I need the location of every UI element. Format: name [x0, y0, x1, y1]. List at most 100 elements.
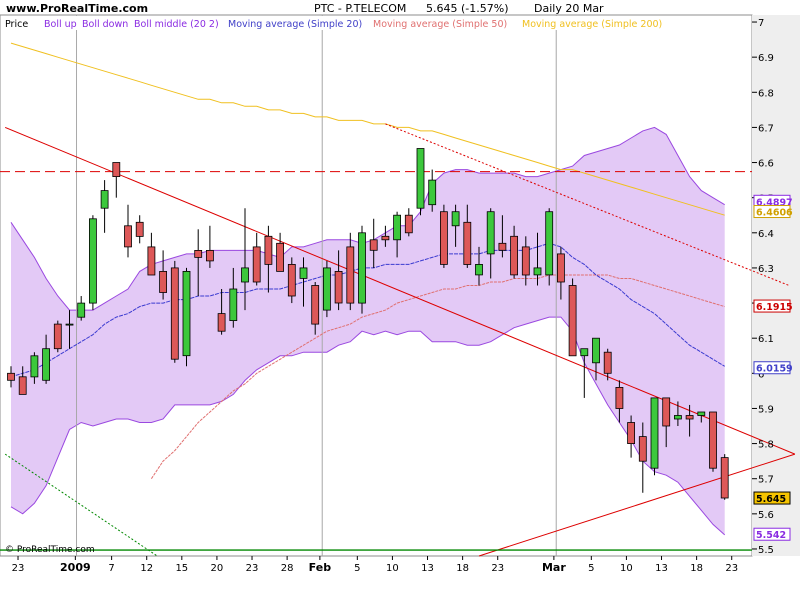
candle-body-up — [697, 411, 706, 416]
x-tick-label: 18 — [690, 563, 703, 574]
chart-window: 5.55.65.75.85.966.16.26.36.46.56.66.76.8… — [0, 0, 800, 600]
x-tick-label: 2009 — [60, 561, 91, 574]
x-tick-label: 5 — [354, 563, 360, 574]
price-tag: 6.0159 — [753, 361, 793, 375]
candle-body-up — [416, 148, 425, 209]
x-tick-label: 23 — [491, 563, 504, 574]
legend: Price Boll up Boll down Boll middle (20 2) M… — [1, 16, 662, 30]
candle-27 — [322, 260, 331, 318]
x-tick-label: 10 — [620, 563, 633, 574]
y-tick-label: 5.6 — [758, 510, 774, 521]
candle-body-down — [720, 457, 729, 499]
candle-body-down — [18, 376, 27, 395]
y-tick-label: 5.7 — [758, 475, 774, 486]
x-tick-label: 18 — [456, 563, 469, 574]
candle-body-up — [89, 218, 97, 304]
legend-entry-0: Price — [5, 19, 28, 30]
candle-body-down — [276, 242, 285, 272]
y-tick-label: 6.1 — [758, 334, 774, 345]
y-tick-label: 6.3 — [758, 264, 774, 275]
candle-body-down — [205, 249, 214, 262]
candle-body-up — [30, 355, 39, 378]
candle-body-down — [112, 162, 121, 178]
candle-body-down — [334, 270, 343, 304]
x-tick-label: 20 — [211, 563, 224, 574]
site-title[interactable]: www.ProRealTime.com — [6, 2, 148, 15]
x-tick-label: 15 — [175, 563, 188, 574]
candle-48 — [568, 278, 577, 357]
candle-body-up — [65, 323, 74, 326]
candle-body-up — [533, 267, 542, 276]
candle-body-down — [603, 351, 612, 374]
y-tick-label: 6.7 — [758, 123, 774, 134]
candle-body-up — [322, 267, 331, 311]
price-tag: 5.645 — [753, 491, 791, 505]
candle-body-up — [580, 348, 589, 357]
last-price-change: 5.645 (-1.57%) — [426, 2, 508, 15]
x-tick-label: 7 — [108, 563, 114, 574]
y-tick-label: 6.8 — [758, 88, 774, 99]
x-tick-label: Feb — [309, 561, 332, 574]
legend-entry-3: Boll middle (20 2) — [134, 19, 219, 30]
candle-body-up — [77, 302, 86, 318]
candle-body-up — [475, 263, 483, 276]
candle-body-down — [252, 246, 261, 283]
candle-body-down — [557, 253, 565, 283]
legend-entry-4: Moving average (Simple 20) — [228, 19, 362, 30]
candle-body-up — [299, 267, 308, 279]
candle-body-up — [545, 211, 554, 276]
candle-35 — [416, 148, 425, 216]
price-tag-label: 5.542 — [756, 530, 786, 541]
x-tick-label: 23 — [246, 563, 259, 574]
candle-body-up — [42, 348, 50, 381]
candle-body-down — [568, 285, 577, 357]
y-tick-label: 5.8 — [758, 440, 774, 451]
candle-body-down — [404, 214, 413, 234]
candle-body-up — [241, 267, 249, 283]
candle-body-up — [393, 214, 402, 241]
candle-61 — [720, 454, 729, 500]
candle-body-down — [627, 422, 635, 445]
y-tick-label: 7 — [758, 18, 764, 29]
candle-4 — [53, 320, 62, 353]
candle-body-up — [100, 190, 109, 209]
y-tick-label: 5.9 — [758, 404, 774, 415]
x-tick-label: 13 — [421, 563, 434, 574]
price-chart[interactable]: 5.55.65.75.85.966.16.26.36.46.56.66.76.8… — [0, 0, 800, 600]
x-tick-label: 10 — [386, 563, 399, 574]
candle-body-down — [311, 285, 320, 325]
candle-body-down — [510, 235, 519, 276]
candle-body-up — [358, 232, 366, 304]
x-tick-label: 28 — [281, 563, 294, 574]
x-tick-label: 12 — [140, 563, 153, 574]
x-tick-label: 5 — [588, 563, 594, 574]
candle-body-down — [194, 249, 203, 258]
candle-body-up — [592, 337, 600, 364]
period-date: Daily 20 Mar — [534, 2, 604, 15]
candle-body-down — [170, 267, 179, 360]
x-tick-label: 23 — [12, 563, 25, 574]
candle-37 — [439, 204, 448, 268]
candle-15 — [182, 267, 191, 367]
candle-body-down — [439, 211, 448, 265]
price-tag: 5.542 — [753, 527, 791, 541]
y-tick-label: 6.6 — [758, 159, 774, 170]
candle-body-down — [369, 239, 378, 251]
legend-entry-1: Boll up — [44, 19, 77, 30]
candle-body-down — [264, 235, 273, 265]
candle-body-up — [451, 211, 460, 227]
candle-body-down — [7, 372, 15, 381]
candle-body-down — [159, 270, 168, 293]
price-tag-label: 6.1915 — [756, 302, 793, 313]
candle-body-up — [674, 415, 682, 420]
candle-body-up — [486, 211, 495, 255]
candle-7 — [89, 215, 97, 311]
candle-24 — [287, 257, 296, 304]
candle-14 — [170, 260, 179, 363]
price-tag: 6.1915 — [753, 299, 793, 313]
price-tag: 6.4606 — [753, 205, 793, 219]
y-tick-label: 6.9 — [758, 53, 774, 64]
candle-body-up — [229, 288, 238, 322]
candle-body-down — [463, 221, 472, 265]
price-tag-label: 5.645 — [756, 494, 786, 505]
